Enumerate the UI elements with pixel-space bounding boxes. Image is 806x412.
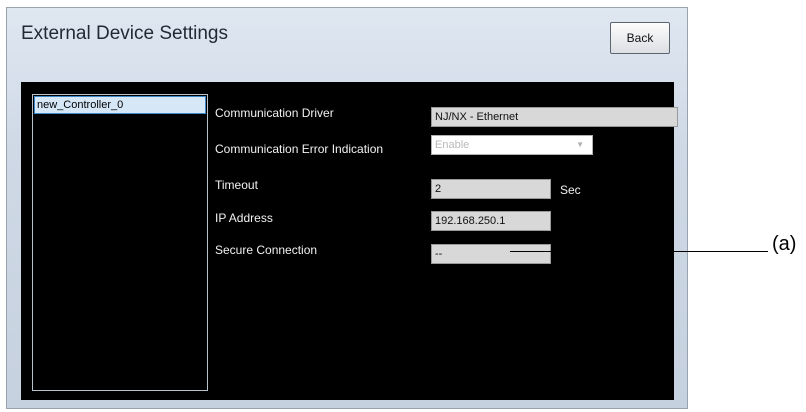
timeout-label: Timeout	[215, 178, 258, 192]
settings-panel: new_Controller_0 Communication Driver NJ…	[21, 82, 678, 400]
chevron-down-icon: ▼	[576, 140, 584, 149]
error-indication-dropdown[interactable]: Enable ▼	[431, 135, 593, 155]
device-list[interactable]: new_Controller_0	[32, 94, 208, 391]
back-button[interactable]: Back	[610, 22, 670, 54]
secure-connection-label: Secure Connection	[215, 243, 318, 257]
communication-driver-field[interactable]: NJ/NX - Ethernet	[431, 107, 678, 127]
ip-address-label: IP Address	[215, 211, 273, 225]
timeout-unit: Sec	[560, 183, 581, 197]
secure-connection-field[interactable]: --	[431, 244, 551, 264]
callout-label: (a)	[772, 233, 797, 255]
error-indication-value: Enable	[435, 139, 470, 151]
ip-address-field[interactable]: 192.168.250.1	[431, 211, 551, 231]
communication-driver-label: Communication Driver	[215, 106, 334, 120]
external-device-settings-window: External Device Settings Back new_Contro…	[6, 7, 688, 409]
error-indication-label: Communication Error Indication	[215, 142, 384, 156]
callout-line	[510, 251, 768, 252]
timeout-field[interactable]: 2	[431, 179, 551, 199]
device-list-item[interactable]: new_Controller_0	[34, 96, 206, 114]
page-title: External Device Settings	[21, 23, 228, 44]
